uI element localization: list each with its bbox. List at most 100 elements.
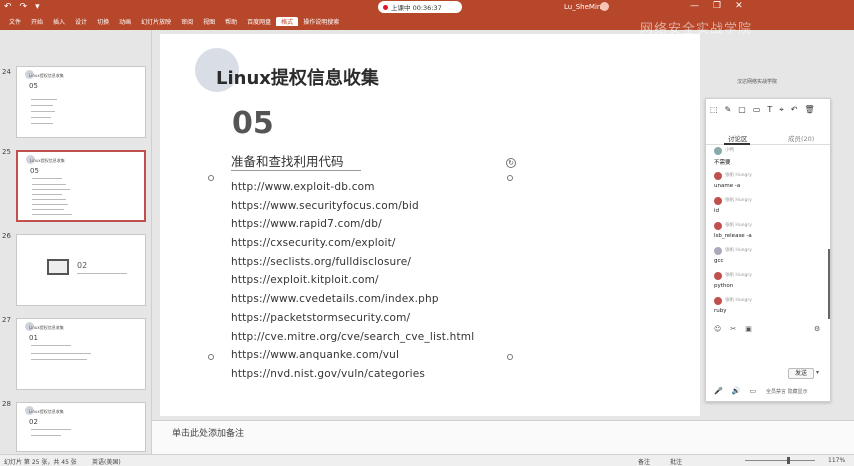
avatar[interactable]: [714, 222, 722, 230]
url-list[interactable]: http://www.exploit-db.com https://www.sec…: [231, 181, 474, 387]
speaker-icon[interactable]: 🔊: [732, 387, 741, 395]
customize-icon[interactable]: ▾: [35, 2, 40, 12]
ribbon-tab[interactable]: 开始: [26, 17, 48, 26]
shape-icon[interactable]: ▭: [753, 105, 761, 115]
ribbon-tab[interactable]: 操作说明搜索: [298, 17, 344, 26]
slide-thumbnail[interactable]: Linux提权信息收集 05: [16, 66, 146, 138]
chat-text: lsb_release -a: [714, 233, 752, 239]
ribbon-tab[interactable]: 文件: [4, 17, 26, 26]
zoom-slider-thumb[interactable]: [787, 457, 790, 464]
slide-counter: 幻灯片 第 25 张，共 45 张: [4, 459, 77, 466]
chat-scrollbar[interactable]: [828, 249, 830, 319]
notes-toggle-button[interactable]: 备注: [638, 457, 650, 466]
microphone-icon[interactable]: 🎤: [714, 387, 723, 395]
avatar[interactable]: [600, 2, 609, 11]
thumb-number: 25: [2, 148, 11, 156]
scissors-icon[interactable]: ✂: [730, 325, 736, 333]
resize-handle[interactable]: [507, 354, 513, 360]
screen-icon[interactable]: ▭: [749, 387, 756, 395]
send-button[interactable]: 发送: [788, 368, 814, 379]
notes-placeholder[interactable]: 单击此处添加备注: [172, 426, 244, 439]
minimize-button[interactable]: —: [690, 1, 699, 11]
tab-members[interactable]: 成员(20): [788, 133, 814, 143]
avatar[interactable]: [714, 172, 722, 180]
chat-footer-label[interactable]: 全员禁言 隐藏显示: [766, 388, 808, 395]
url-list-item[interactable]: https://www.cvedetails.com/index.php: [231, 293, 474, 312]
url-list-item[interactable]: https://www.anquanke.com/vul: [231, 349, 474, 368]
image-icon[interactable]: ▣: [745, 325, 752, 333]
gear-icon[interactable]: ⚙: [814, 325, 820, 333]
url-list-item[interactable]: https://cxsecurity.com/exploit/: [231, 237, 474, 256]
chat-text: id: [714, 208, 720, 214]
ribbon-tab[interactable]: 幻灯片放映: [136, 17, 176, 26]
url-list-item[interactable]: http://www.exploit-db.com: [231, 181, 474, 200]
slide-thumbnail[interactable]: Linux提权信息收集 01: [16, 318, 146, 390]
ribbon-tab[interactable]: 百度网盘: [242, 17, 276, 26]
section-number[interactable]: 05: [232, 106, 274, 141]
slide-thumbnail[interactable]: Linux提权信息收集 02: [16, 402, 146, 452]
emoji-icon[interactable]: ☺: [714, 325, 721, 333]
select-icon[interactable]: ⬚: [710, 105, 718, 115]
ribbon-tab[interactable]: 格式: [276, 17, 299, 26]
undo-icon[interactable]: ↶: [4, 2, 12, 12]
chat-sender: 张帆 Hungry: [725, 298, 752, 303]
text-icon[interactable]: T: [767, 105, 772, 115]
undo-icon[interactable]: ↶: [791, 105, 798, 115]
avatar[interactable]: [714, 197, 722, 205]
url-list-item[interactable]: https://www.securityfocus.com/bid: [231, 200, 474, 219]
restore-button[interactable]: ❐: [713, 1, 721, 11]
thumb-number: 26: [2, 232, 11, 240]
ribbon-tab[interactable]: 帮助: [220, 17, 242, 26]
section-subtitle[interactable]: 准备和查找利用代码: [231, 151, 344, 170]
notes-pane[interactable]: 单击此处添加备注: [152, 420, 854, 454]
zoom-slider[interactable]: [745, 460, 815, 461]
close-button[interactable]: ✕: [735, 1, 743, 11]
url-list-item[interactable]: https://packetstormsecurity.com/: [231, 312, 474, 331]
chat-sender: 张帆 Hungry: [725, 173, 752, 178]
url-list-item[interactable]: https://seclists.org/fulldisclosure/: [231, 256, 474, 275]
thumb-number: 24: [2, 68, 11, 76]
slide-thumbnail[interactable]: 02: [16, 234, 146, 306]
redo-icon[interactable]: ↷: [20, 2, 28, 12]
resize-handle[interactable]: [208, 175, 214, 181]
url-list-item[interactable]: https://www.rapid7.com/db/: [231, 218, 474, 237]
language-indicator[interactable]: 英语(美国): [92, 457, 121, 466]
app-window: ↶ ↷ ▾ 文件 开始 插入 设计 切换 动画 幻灯片放映 审阅 视图 帮助 百度网盘 格式 操作说明搜…: [0, 0, 854, 466]
avatar[interactable]: [714, 272, 722, 280]
avatar[interactable]: [714, 247, 722, 255]
comments-toggle-button[interactable]: 批注: [670, 457, 682, 466]
ribbon-tab[interactable]: 视图: [198, 17, 220, 26]
ribbon-tab[interactable]: 切换: [92, 17, 114, 26]
avatar[interactable]: [714, 147, 722, 155]
slide-title[interactable]: Linux提权信息收集: [216, 64, 379, 90]
trash-icon[interactable]: 🗑: [805, 105, 815, 115]
window-controls: — ❐ ✕: [690, 1, 743, 11]
chat-input-toolbar: ☺ ✂ ▣: [714, 325, 752, 333]
chevron-down-icon[interactable]: ▾: [816, 369, 819, 376]
resize-handle[interactable]: [208, 354, 214, 360]
thumb-title: Linux提权信息收集: [29, 73, 64, 78]
chat-text: python: [714, 283, 734, 289]
slide-thumbnail-pane[interactable]: 24 Linux提权信息收集 05 25 Linux提权信息收集 05 26 0…: [0, 30, 152, 454]
thumb-section: 02: [29, 418, 38, 426]
pen-icon[interactable]: ✎: [725, 105, 732, 115]
slide-thumbnail-selected[interactable]: Linux提权信息收集 05: [16, 150, 146, 222]
eraser-icon[interactable]: ⌖: [779, 105, 784, 115]
chat-footer-controls: 🎤 🔊 ▭: [714, 387, 756, 395]
slide-canvas[interactable]: Linux提权信息收集 05 准备和查找利用代码 http://www.expl…: [160, 34, 700, 416]
rotate-handle-icon[interactable]: ↻: [506, 158, 516, 168]
ribbon-tab[interactable]: 审阅: [176, 17, 198, 26]
ribbon-tab[interactable]: 动画: [114, 17, 136, 26]
tab-discussion[interactable]: 讨论区: [728, 133, 748, 143]
recording-indicator[interactable]: 上课中 00:36:37: [378, 1, 462, 13]
ribbon-tab[interactable]: 插入: [48, 17, 70, 26]
resize-handle[interactable]: [507, 175, 513, 181]
rectangle-icon[interactable]: ▢: [738, 105, 746, 115]
menu-tabs: 文件 开始 插入 设计 切换 动画 幻灯片放映 审阅 视图 帮助 百度网盘 格式 操作说明搜索: [4, 17, 344, 26]
url-list-item[interactable]: http://cve.mitre.org/cve/search_cve_list…: [231, 331, 474, 350]
ribbon-tab[interactable]: 设计: [70, 17, 92, 26]
url-list-item[interactable]: https://nvd.nist.gov/vuln/categories: [231, 368, 474, 387]
avatar[interactable]: [714, 297, 722, 305]
url-list-item[interactable]: https://exploit.kitploit.com/: [231, 274, 474, 293]
zoom-level[interactable]: 117%: [828, 457, 845, 464]
